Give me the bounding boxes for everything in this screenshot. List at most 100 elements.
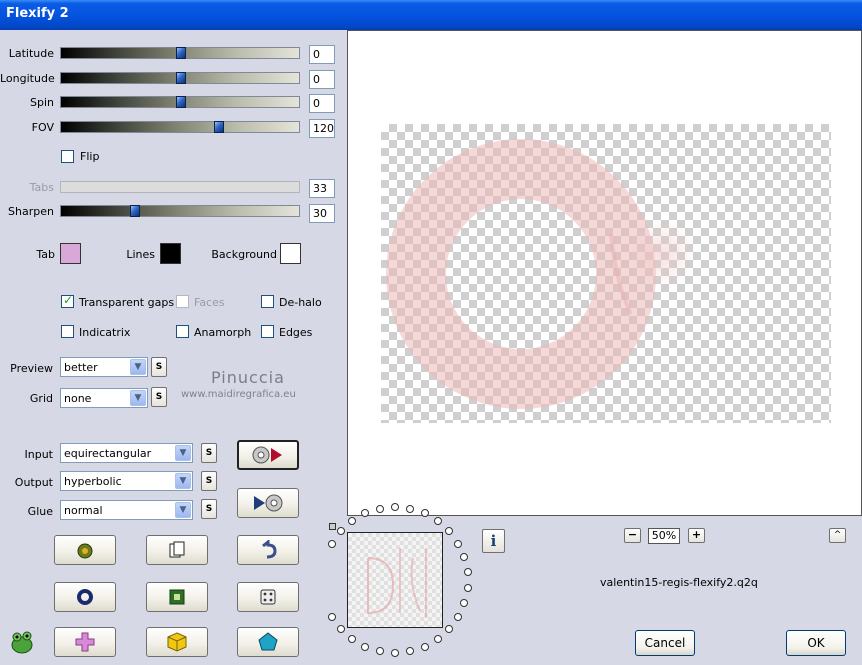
latitude-field[interactable]: 0 [309, 45, 335, 64]
input-projection-select[interactable]: equirectangular ▼ [60, 443, 193, 463]
fov-slider[interactable] [60, 121, 300, 133]
navigator-thumbnail[interactable] [347, 532, 443, 628]
input-s-button[interactable]: S [201, 443, 217, 463]
dial-dot[interactable] [463, 568, 472, 577]
dial-dot[interactable] [433, 635, 442, 644]
frame-shape-button[interactable] [146, 582, 208, 612]
output-s-button[interactable]: S [201, 471, 217, 491]
chevron-down-icon[interactable]: ▼ [175, 502, 191, 518]
preview-quality-select[interactable]: better ▼ [60, 357, 148, 377]
tabs-field[interactable]: 33 [309, 179, 335, 198]
dial-dot[interactable] [433, 516, 442, 525]
longitude-slider-thumb[interactable] [176, 72, 186, 84]
dial-dot[interactable] [336, 624, 345, 633]
spin-slider-thumb[interactable] [176, 96, 186, 108]
latitude-slider-thumb[interactable] [176, 47, 186, 59]
dial-dot[interactable] [336, 527, 345, 536]
chevron-down-icon[interactable]: ▼ [175, 445, 191, 461]
dial-dot[interactable] [454, 539, 463, 548]
zoom-in-button[interactable]: + [688, 528, 705, 543]
convert-forward-button[interactable] [237, 440, 299, 470]
dial-dot[interactable] [327, 539, 336, 548]
dial-dot[interactable] [327, 612, 336, 621]
chevron-down-icon[interactable]: ▼ [130, 390, 146, 406]
dial-dot[interactable] [463, 583, 472, 592]
grid-select[interactable]: none ▼ [60, 388, 148, 408]
indicatrix-checkbox[interactable] [61, 325, 74, 338]
glue-select-label: Glue [27, 505, 53, 518]
pentagon-shape-button[interactable] [237, 627, 299, 657]
window-title: Flexify 2 [6, 6, 69, 21]
longitude-field[interactable]: 0 [309, 70, 335, 89]
flip-checkbox[interactable] [61, 150, 74, 163]
sharpen-field[interactable]: 30 [309, 204, 335, 223]
spin-field[interactable]: 0 [309, 94, 335, 113]
background-color-swatch[interactable] [280, 243, 301, 264]
dial-dot[interactable] [420, 642, 429, 651]
grenade-icon [77, 543, 93, 559]
chevron-down-icon[interactable]: ▼ [130, 359, 146, 375]
preview-image [381, 124, 831, 423]
tab-color-label: Tab [36, 248, 55, 261]
randomize-button[interactable] [54, 535, 116, 565]
zoom-out-button[interactable]: − [624, 528, 641, 543]
preview-s-button[interactable]: S [151, 357, 167, 377]
dial-dot[interactable] [460, 598, 469, 607]
plugin-frog-icon[interactable] [8, 628, 36, 659]
glue-s-button[interactable]: S [201, 499, 217, 519]
anamorph-checkbox[interactable] [176, 325, 189, 338]
lines-color-swatch[interactable] [160, 243, 181, 264]
dial-dot[interactable] [460, 553, 469, 562]
dial-dot[interactable] [445, 527, 454, 536]
fov-slider-thumb[interactable] [214, 121, 224, 133]
flip-label: Flip [80, 150, 100, 163]
de-halo-checkbox[interactable] [261, 295, 274, 308]
dial-dot[interactable] [406, 504, 415, 513]
sharpen-slider[interactable] [60, 205, 300, 217]
copy-button[interactable] [146, 535, 208, 565]
dial-dot[interactable] [375, 647, 384, 656]
output-projection-select[interactable]: hyperbolic ▼ [60, 471, 193, 491]
longitude-slider[interactable] [60, 72, 300, 84]
anamorph-label: Anamorph [194, 326, 252, 339]
sharpen-label: Sharpen [8, 205, 54, 218]
navigator-pattern [367, 548, 427, 618]
tab-color-swatch[interactable] [60, 243, 81, 264]
undo-button[interactable] [237, 535, 299, 565]
fov-field[interactable]: 120 [309, 119, 335, 138]
latitude-slider[interactable] [60, 47, 300, 59]
dial-dot[interactable] [348, 635, 357, 644]
dial-dot[interactable] [420, 509, 429, 518]
cross-shape-button[interactable] [54, 627, 116, 657]
sharpen-slider-thumb[interactable] [130, 205, 140, 217]
edges-checkbox[interactable] [261, 325, 274, 338]
navigator-handle[interactable] [329, 523, 336, 530]
ring-shape-button[interactable] [54, 582, 116, 612]
dial-dot[interactable] [445, 624, 454, 633]
convert-back-button[interactable] [237, 488, 299, 518]
cancel-button[interactable]: Cancel [635, 630, 695, 656]
tabs-label: Tabs [29, 181, 54, 194]
dice-button[interactable] [237, 582, 299, 612]
dial-dot[interactable] [348, 516, 357, 525]
collapse-button[interactable]: ^ [829, 528, 846, 543]
dial-dot[interactable] [391, 503, 399, 511]
info-button[interactable]: i [482, 529, 505, 553]
cube-shape-button[interactable] [146, 627, 208, 657]
dial-dot[interactable] [454, 612, 463, 621]
dial-dot[interactable] [375, 504, 384, 513]
dial-dot[interactable] [391, 649, 399, 657]
dial-dot[interactable] [406, 647, 415, 656]
spin-slider[interactable] [60, 96, 300, 108]
preview-canvas[interactable] [347, 30, 862, 516]
title-bar: Flexify 2 [0, 0, 862, 30]
dial-dot[interactable] [361, 509, 370, 518]
disc-play-icon [252, 446, 282, 464]
edges-label: Edges [279, 326, 313, 339]
grid-s-button[interactable]: S [151, 387, 167, 407]
transparent-gaps-checkbox[interactable]: ✓ [61, 293, 74, 308]
glue-select[interactable]: normal ▼ [60, 500, 193, 520]
chevron-down-icon[interactable]: ▼ [175, 473, 191, 489]
ok-button[interactable]: OK [786, 630, 846, 656]
dial-dot[interactable] [361, 642, 370, 651]
